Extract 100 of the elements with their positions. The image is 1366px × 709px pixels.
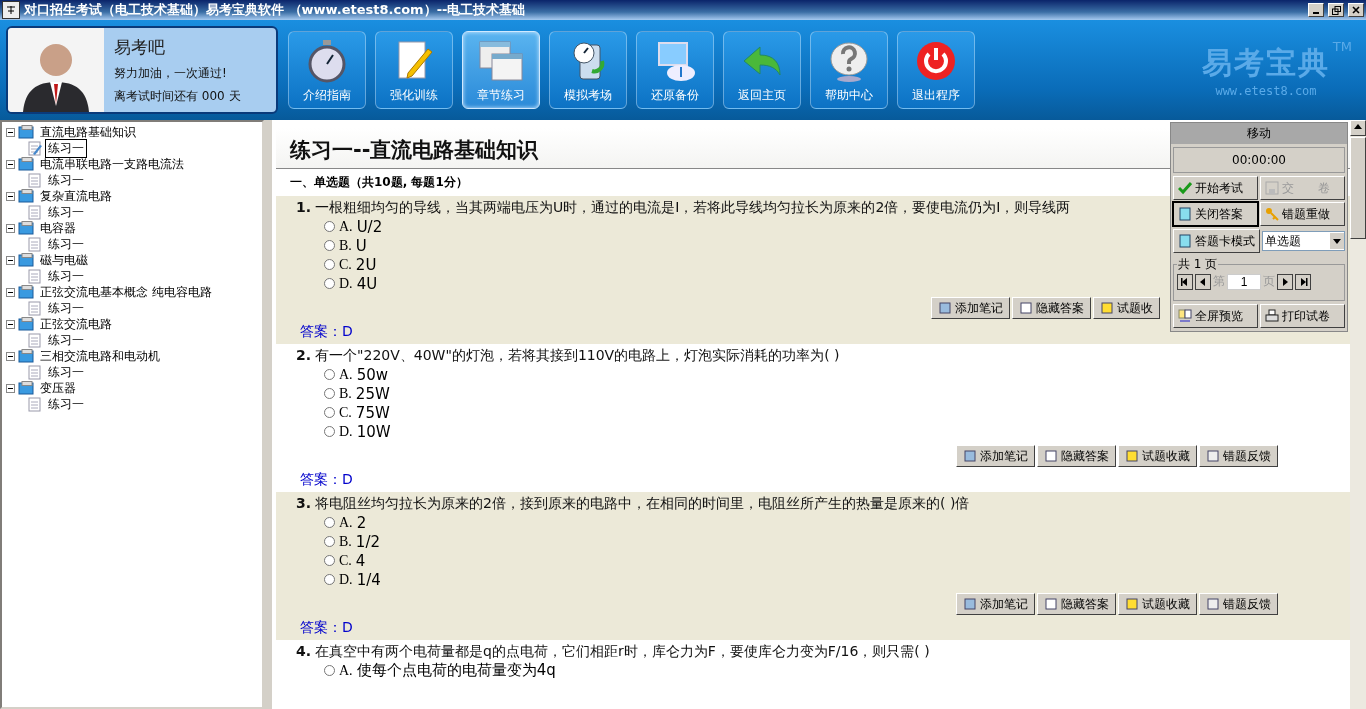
countdown-text: 离考试时间还有 000 天 xyxy=(114,87,241,105)
toolbar-button[interactable]: 模拟考场 xyxy=(549,31,627,109)
radio-button[interactable] xyxy=(324,240,335,251)
panel-button[interactable]: 关闭答案 xyxy=(1173,202,1258,226)
action-button[interactable]: 错题反馈 xyxy=(1199,445,1278,467)
panel-button[interactable]: 全屏预览 xyxy=(1173,304,1258,328)
radio-button[interactable] xyxy=(324,574,335,585)
window-title: 对口招生考试（电工技术基础）易考宝典软件 （www.etest8.com）--电工技术基础 xyxy=(24,1,527,19)
option-letter: B. xyxy=(339,533,352,550)
radio-button[interactable] xyxy=(324,426,335,437)
panel-button[interactable]: 打印试卷 xyxy=(1260,304,1345,328)
action-button[interactable]: 隐藏答案 xyxy=(1037,445,1116,467)
scroll-up-button[interactable] xyxy=(1350,120,1366,136)
page-input[interactable]: 1 xyxy=(1227,273,1261,290)
collapse-toggle[interactable] xyxy=(6,191,15,201)
radio-button[interactable] xyxy=(324,555,335,566)
collapse-toggle[interactable] xyxy=(6,351,15,361)
radio-button[interactable] xyxy=(324,369,335,380)
document-icon xyxy=(28,204,42,220)
tree-item[interactable]: 练习一 xyxy=(45,138,87,158)
radio-button[interactable] xyxy=(324,278,335,289)
radio-button[interactable] xyxy=(324,517,335,528)
next-page-button[interactable] xyxy=(1277,273,1293,290)
panel-title: 移动 xyxy=(1171,123,1347,144)
option-letter: C. xyxy=(339,256,352,273)
action-button[interactable]: 添加笔记 xyxy=(956,593,1035,615)
action-button[interactable]: 添加笔记 xyxy=(931,297,1010,319)
check-icon xyxy=(1178,181,1192,195)
radio-button[interactable] xyxy=(324,388,335,399)
document-icon xyxy=(28,332,42,348)
folder-icon xyxy=(18,317,34,331)
action-button[interactable]: 错题反馈 xyxy=(1199,593,1278,615)
action-button[interactable]: 试题收 xyxy=(1093,297,1160,319)
option-letter: B. xyxy=(339,237,352,254)
radio-button[interactable] xyxy=(324,665,335,676)
action-button[interactable]: 隐藏答案 xyxy=(1037,593,1116,615)
minimize-button[interactable] xyxy=(1308,3,1324,17)
toolbar-button[interactable]: 帮助中心 xyxy=(810,31,888,109)
toolbar-button[interactable]: 退出程序 xyxy=(897,31,975,109)
first-page-button[interactable] xyxy=(1177,273,1193,290)
scroll-thumb[interactable] xyxy=(1350,137,1366,239)
action-icon xyxy=(1206,597,1220,611)
document-icon xyxy=(28,172,42,188)
key-icon xyxy=(1265,207,1279,221)
card-icon xyxy=(1178,207,1192,221)
folder-icon xyxy=(18,157,34,171)
prev-page-button[interactable] xyxy=(1195,273,1211,290)
question-text: 1. 一根粗细均匀的导线，当其两端电压为U时，通过的电流是I，若将此导线均匀拉长为原来的2倍，要使电流仍为I，则导线两 xyxy=(296,199,1072,217)
action-icon xyxy=(1125,449,1139,463)
action-icon xyxy=(963,449,977,463)
option-text: 75W xyxy=(355,403,390,422)
collapse-toggle[interactable] xyxy=(6,319,15,329)
panel-button[interactable]: 开始考试 xyxy=(1173,176,1258,200)
radio-button[interactable] xyxy=(324,536,335,547)
document-icon xyxy=(28,364,42,380)
collapse-toggle[interactable] xyxy=(6,127,15,137)
pages-icon xyxy=(1178,309,1192,323)
last-page-button[interactable] xyxy=(1295,273,1311,290)
toolbar-button[interactable]: 还原备份 xyxy=(636,31,714,109)
option-letter: C. xyxy=(339,552,352,569)
vertical-scrollbar[interactable] xyxy=(1350,120,1366,709)
toolbar-button[interactable]: 返回主页 xyxy=(723,31,801,109)
action-button[interactable]: 试题收藏 xyxy=(1118,593,1197,615)
option-letter: D. xyxy=(339,423,353,440)
collapse-toggle[interactable] xyxy=(6,159,15,169)
action-button[interactable]: 添加笔记 xyxy=(956,445,1035,467)
trademark-text: TM xyxy=(1332,38,1352,54)
folder-icon xyxy=(18,189,34,203)
timer-display: 00:00:00 xyxy=(1173,147,1345,173)
card-mode-button[interactable]: 答题卡模式 xyxy=(1173,229,1260,253)
minus-icon xyxy=(8,257,13,263)
power-icon xyxy=(914,39,958,83)
restore-button[interactable] xyxy=(1328,3,1344,17)
radio-button[interactable] xyxy=(324,221,335,232)
toolbar-button[interactable]: 强化训练 xyxy=(375,31,453,109)
folder-icon xyxy=(18,221,34,235)
action-button[interactable]: 试题收藏 xyxy=(1118,445,1197,467)
option-text: 4U xyxy=(356,274,378,293)
option-letter: A. xyxy=(339,218,353,235)
option-text: 25W xyxy=(355,384,390,403)
option-text: U xyxy=(355,236,367,255)
previous-icon xyxy=(1198,276,1208,287)
toolbar-button[interactable]: 介绍指南 xyxy=(288,31,366,109)
collapse-toggle[interactable] xyxy=(6,287,15,297)
collapse-toggle[interactable] xyxy=(6,255,15,265)
option-text: U/2 xyxy=(356,217,383,236)
logo-text: 易考宝典 xyxy=(1202,43,1330,82)
last-page-icon xyxy=(1298,276,1308,287)
close-button[interactable] xyxy=(1348,3,1364,17)
panel-button[interactable]: 错题重做 xyxy=(1260,202,1345,226)
option-letter: A. xyxy=(339,662,353,679)
radio-button[interactable] xyxy=(324,259,335,270)
minus-icon xyxy=(8,161,13,167)
collapse-toggle[interactable] xyxy=(6,223,15,233)
windows-icon xyxy=(478,39,524,83)
action-button[interactable]: 隐藏答案 xyxy=(1012,297,1091,319)
collapse-toggle[interactable] xyxy=(6,383,15,393)
slogan-text: 努力加油，一次通过! xyxy=(114,64,228,82)
radio-button[interactable] xyxy=(324,407,335,418)
question-type-select[interactable]: 单选题 xyxy=(1262,231,1345,251)
